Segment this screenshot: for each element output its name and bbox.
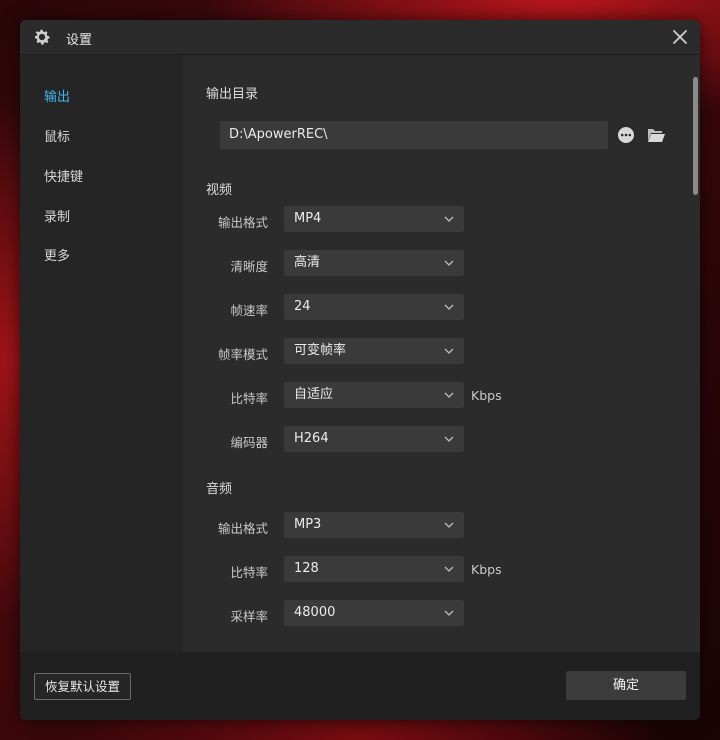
sidebar: 输出 鼠标 快捷键 录制 更多 [20, 55, 183, 652]
chevron-down-icon [444, 436, 454, 442]
video-format-select[interactable]: MP4 [284, 206, 464, 232]
audio-format-value: MP3 [294, 517, 322, 532]
video-framerate-mode-label: 帧率模式 [217, 347, 268, 362]
section-title-audio: 音频 [206, 482, 233, 497]
chevron-down-icon [444, 566, 454, 572]
sidebar-item-output[interactable]: 输出 [44, 86, 70, 105]
video-quality-select[interactable]: 高清 [284, 250, 464, 276]
folder-open-icon[interactable] [646, 126, 666, 144]
chevron-down-icon [444, 260, 454, 266]
video-framerate-select[interactable]: 24 [284, 294, 464, 320]
section-title-video: 视频 [206, 183, 233, 198]
video-bitrate-select[interactable]: 自适应 [284, 382, 464, 408]
more-dots-icon[interactable] [617, 126, 635, 144]
sidebar-item-record[interactable]: 录制 [44, 206, 70, 225]
output-dir-field[interactable]: D:\ApowerREC\ [220, 121, 608, 149]
video-framerate-value: 24 [294, 299, 311, 314]
video-encoder-label: 编码器 [230, 435, 268, 450]
chevron-down-icon [444, 392, 454, 398]
settings-content: 输出目录 D:\ApowerREC\ 视频 输出格式 MP4 清晰度 高清 帧速… [183, 55, 700, 652]
footer-bar: 恢复默认设置 确定 [20, 652, 700, 720]
video-framerate-mode-select[interactable]: 可变帧率 [284, 338, 464, 364]
settings-window: 设置 输出 鼠标 快捷键 录制 更多 输出目录 D:\ApowerREC\ 视频… [20, 20, 700, 720]
chevron-down-icon [444, 610, 454, 616]
video-bitrate-unit: Kbps [471, 388, 502, 403]
gear-icon [35, 29, 50, 45]
chevron-down-icon [444, 522, 454, 528]
video-format-value: MP4 [294, 211, 322, 226]
audio-bitrate-select[interactable]: 128 [284, 556, 464, 582]
reset-defaults-button[interactable]: 恢复默认设置 [34, 673, 131, 700]
video-quality-label: 清晰度 [230, 259, 268, 274]
scrollbar-thumb[interactable] [693, 77, 698, 195]
video-encoder-value: H264 [294, 431, 329, 446]
window-title: 设置 [66, 33, 93, 48]
sidebar-item-mouse[interactable]: 鼠标 [44, 126, 70, 145]
audio-bitrate-label: 比特率 [230, 565, 268, 580]
audio-bitrate-value: 128 [294, 561, 319, 576]
close-icon[interactable] [670, 27, 690, 47]
chevron-down-icon [444, 216, 454, 222]
audio-format-label: 输出格式 [217, 521, 268, 536]
video-format-label: 输出格式 [217, 215, 268, 230]
chevron-down-icon [444, 304, 454, 310]
ok-button[interactable]: 确定 [566, 671, 686, 700]
video-encoder-select[interactable]: H264 [284, 426, 464, 452]
video-framerate-label: 帧速率 [230, 303, 268, 318]
video-bitrate-label: 比特率 [230, 391, 268, 406]
title-bar: 设置 [20, 20, 700, 55]
audio-samplerate-label: 采样率 [230, 609, 268, 624]
sidebar-item-hotkeys[interactable]: 快捷键 [44, 166, 83, 185]
video-quality-value: 高清 [294, 255, 321, 270]
chevron-down-icon [444, 348, 454, 354]
audio-samplerate-value: 48000 [294, 605, 336, 620]
video-bitrate-value: 自适应 [294, 387, 334, 402]
section-title-output-dir: 输出目录 [206, 87, 259, 102]
audio-format-select[interactable]: MP3 [284, 512, 464, 538]
audio-bitrate-unit: Kbps [471, 562, 502, 577]
audio-samplerate-select[interactable]: 48000 [284, 600, 464, 626]
sidebar-item-more[interactable]: 更多 [44, 245, 70, 264]
video-framerate-mode-value: 可变帧率 [294, 343, 347, 358]
